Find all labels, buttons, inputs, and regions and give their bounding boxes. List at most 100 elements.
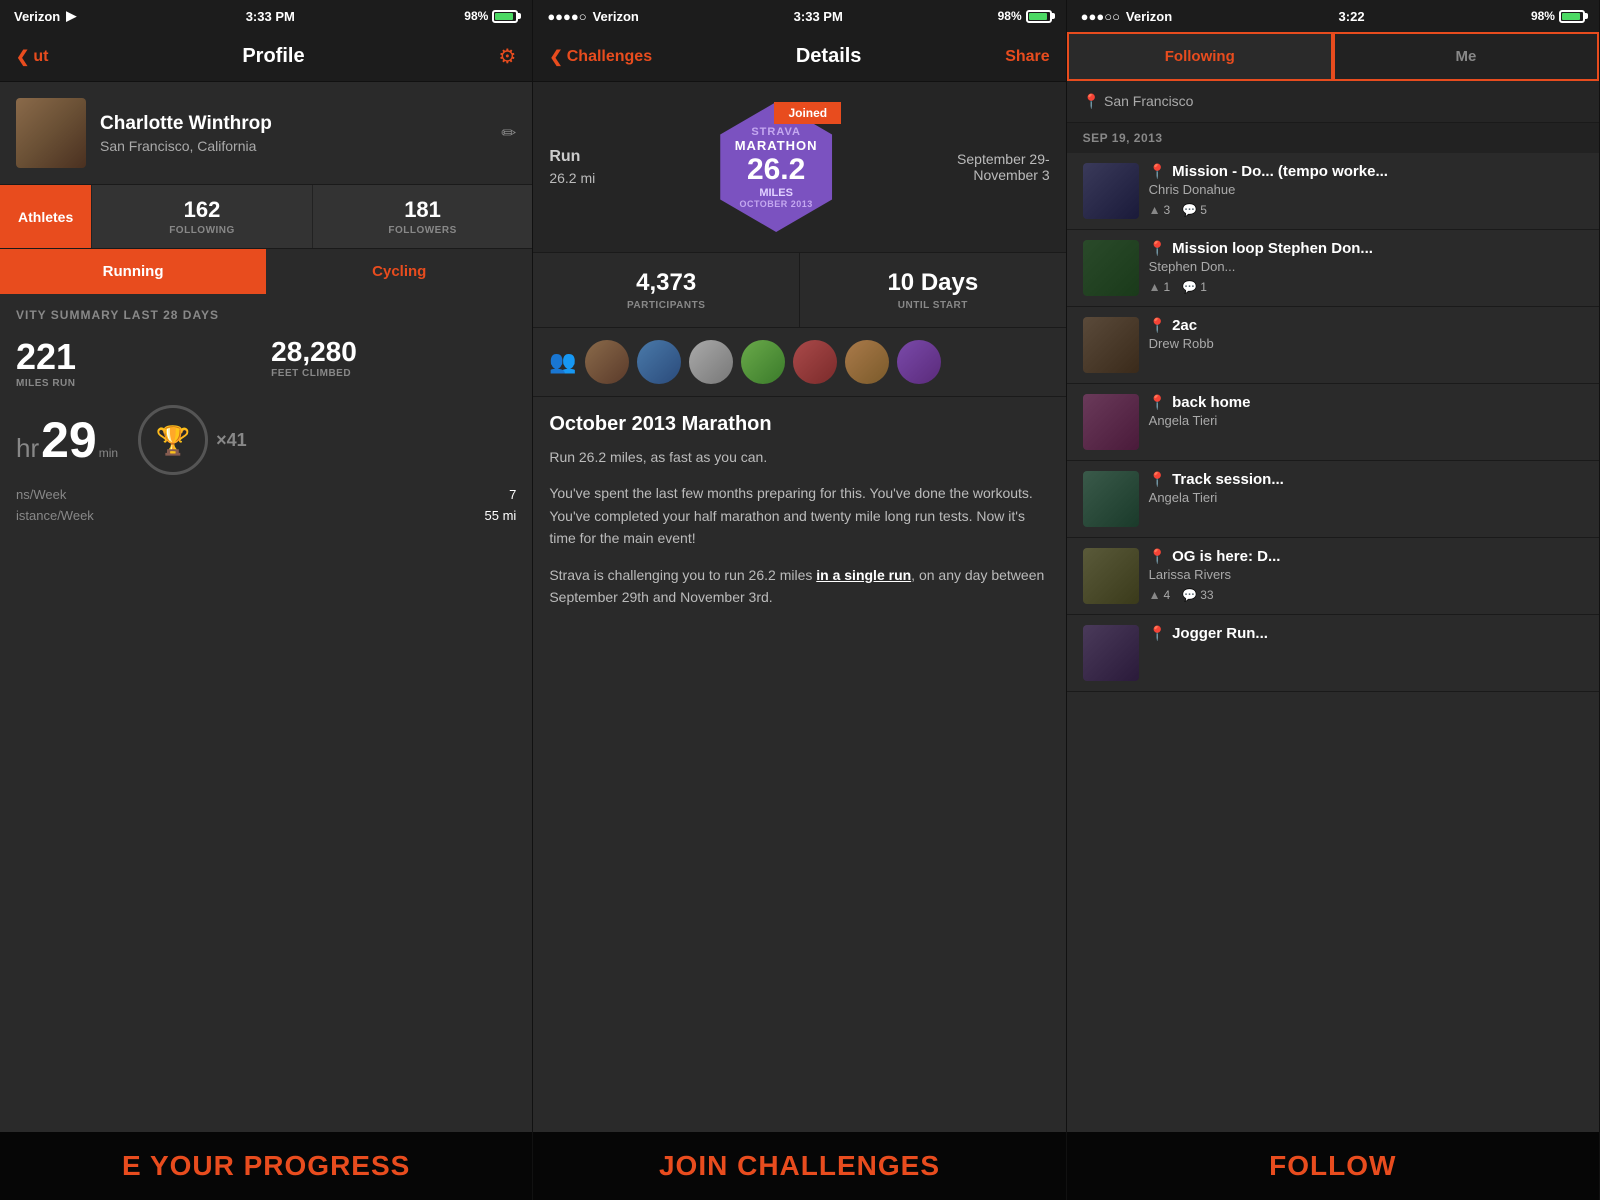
challenge-dist: 26.2 mi: [549, 170, 595, 186]
share-button[interactable]: Share: [1005, 48, 1049, 66]
challenge-desc-title: October 2013 Marathon: [549, 413, 1049, 436]
feed-thumbnail: [1083, 163, 1139, 219]
dist-per-week-value: 55 mi: [485, 508, 517, 523]
stats-row: Athletes 162 FOLLOWING 181 FOLLOWERS: [0, 185, 532, 249]
feed-tabs: Following Me: [1067, 32, 1599, 81]
feed-activity-name: Track session...: [1172, 471, 1284, 488]
following-stat: 162 FOLLOWING: [91, 185, 312, 248]
tagline-text-3: FOLLOW: [1085, 1150, 1581, 1182]
participants-label: PARTICIPANTS: [549, 300, 783, 311]
feed-panel: ●●●○○ Verizon 3:22 98% Following Me 📍 Sa…: [1067, 0, 1600, 1200]
tab-cycling[interactable]: Cycling: [266, 249, 532, 294]
tagline-text-2: JOIN CHALLENGES: [551, 1150, 1047, 1182]
feed-person: Larissa Rivers: [1149, 567, 1583, 582]
feed-item-content: 📍 Mission loop Stephen Don... Stephen Do…: [1149, 240, 1583, 296]
profile-header: Charlotte Winthrop San Francisco, Califo…: [0, 82, 532, 185]
battery-pct-2: 98%: [998, 9, 1022, 23]
challenge-stats: 4,373 PARTICIPANTS 10 Days UNTIL START: [533, 253, 1065, 328]
following-count: 162: [102, 197, 302, 223]
feed-thumbnail: [1083, 317, 1139, 373]
participant-6: [845, 340, 889, 384]
avatar-image: [16, 98, 86, 168]
feed-item[interactable]: 📍 Mission loop Stephen Don... Stephen Do…: [1067, 230, 1599, 307]
feed-location: 📍 San Francisco: [1067, 81, 1599, 123]
feed-activity-name: 2ac: [1172, 317, 1197, 334]
kudos-action[interactable]: ▲4: [1149, 588, 1171, 602]
feed-actions: ▲1 💬1: [1149, 280, 1583, 294]
location-pin-icon: 📍: [1149, 163, 1166, 180]
feed-actions: ▲4 💬33: [1149, 588, 1583, 602]
participant-5: [793, 340, 837, 384]
following-label: FOLLOWING: [102, 225, 302, 236]
athletes-button[interactable]: Athletes: [0, 185, 91, 248]
carrier-3: Verizon: [1126, 9, 1172, 24]
feed-item-content: 📍 OG is here: D... Larissa Rivers ▲4 💬33: [1149, 548, 1583, 604]
days-label: UNTIL START: [816, 300, 1050, 311]
tagline-span-2: JOIN CHALLENGES: [659, 1150, 940, 1181]
feed-item-content: 📍 2ac Drew Robb: [1149, 317, 1583, 373]
edit-icon[interactable]: ✏: [501, 123, 516, 144]
followers-stat: 181 FOLLOWERS: [312, 185, 533, 248]
comments-action[interactable]: 💬1: [1182, 280, 1207, 294]
nav-title-2: Details: [652, 45, 1005, 68]
time-row: hr 29 min 🏆 ×41: [16, 405, 516, 475]
challenge-desc: October 2013 Marathon Run 26.2 miles, as…: [533, 397, 1065, 1200]
feed-date: SEP 19, 2013: [1067, 123, 1599, 153]
tab-following[interactable]: Following: [1067, 32, 1333, 79]
feed-item[interactable]: 📍 OG is here: D... Larissa Rivers ▲4 💬33: [1067, 538, 1599, 615]
comments-action[interactable]: 💬5: [1182, 203, 1207, 217]
location-text: San Francisco: [1104, 93, 1193, 109]
feed-item[interactable]: 📍 2ac Drew Robb: [1067, 307, 1599, 384]
wifi-icon: ▶: [66, 8, 76, 24]
activity-tabs: Running Cycling: [0, 249, 532, 294]
signal-dots-3: ●●●○○: [1081, 9, 1120, 24]
gear-icon[interactable]: ⚙: [498, 44, 516, 69]
battery-icon-2: [1026, 10, 1052, 23]
trophy-count: ×41: [216, 430, 247, 451]
badge-container: STRAVA MARATHON 26.2 MILES OCTOBER 2013 …: [711, 102, 841, 232]
feed-thumbnail: [1083, 625, 1139, 681]
challenge-type: Run: [549, 148, 595, 166]
badge-main: MARATHON: [735, 138, 818, 153]
location-pin-icon: 📍: [1149, 625, 1166, 642]
feed-person: Angela Tieri: [1149, 490, 1583, 505]
feed-person: Stephen Don...: [1149, 259, 1583, 274]
details-panel: ●●●●○ Verizon 3:33 PM 98% ❮ Challenges D…: [533, 0, 1066, 1200]
kudos-action[interactable]: ▲3: [1149, 203, 1171, 217]
status-left-1: Verizon ▶: [14, 8, 76, 24]
feet-label: FEET CLIMBED: [271, 368, 516, 379]
carrier-2: Verizon: [593, 9, 639, 24]
time-hr: hr: [16, 433, 39, 464]
time-display: hr 29 min: [16, 411, 118, 469]
feed-activity-name: Mission - Do... (tempo worke...: [1172, 163, 1388, 180]
per-week-stats: ns/Week 7 istance/Week 55 mi: [16, 487, 516, 523]
followers-count: 181: [323, 197, 523, 223]
nav-title-1: Profile: [49, 45, 499, 68]
feed-item[interactable]: 📍 Mission - Do... (tempo worke... Chris …: [1067, 153, 1599, 230]
feed-item-content: 📍 Mission - Do... (tempo worke... Chris …: [1149, 163, 1583, 219]
feed-activity-name: OG is here: D...: [1172, 548, 1280, 565]
feed-item[interactable]: 📍 Jogger Run...: [1067, 615, 1599, 692]
status-bar-1: Verizon ▶ 3:33 PM 98%: [0, 0, 532, 32]
comments-action[interactable]: 💬33: [1182, 588, 1213, 602]
badge-unit: MILES: [759, 187, 793, 199]
tagline-3: FOLLOW: [1067, 1132, 1599, 1200]
back-label-2: Challenges: [567, 48, 652, 66]
feed-list: 📍 Mission - Do... (tempo worke... Chris …: [1067, 153, 1599, 1200]
feed-item-content: 📍 Jogger Run...: [1149, 625, 1583, 681]
miles-label: MILES RUN: [16, 378, 261, 389]
nav-back-1[interactable]: ❮ ut: [16, 47, 49, 67]
tab-running[interactable]: Running: [0, 249, 266, 294]
profile-panel: Verizon ▶ 3:33 PM 98% ❮ ut Profile ⚙: [0, 0, 533, 1200]
status-right-2: 98%: [998, 9, 1052, 23]
tagline-2: JOIN CHALLENGES: [533, 1132, 1065, 1200]
participants-row: 👥: [533, 328, 1065, 397]
tagline-span-1: E YOUR PROGRESS: [122, 1150, 410, 1181]
nav-bar-2: ❮ Challenges Details Share: [533, 32, 1065, 82]
nav-back-2[interactable]: ❮ Challenges: [549, 47, 652, 67]
feed-thumbnail: [1083, 548, 1139, 604]
feed-item[interactable]: 📍 Track session... Angela Tieri: [1067, 461, 1599, 538]
kudos-action[interactable]: ▲1: [1149, 280, 1171, 294]
tab-me[interactable]: Me: [1333, 32, 1599, 79]
feed-item[interactable]: 📍 back home Angela Tieri: [1067, 384, 1599, 461]
